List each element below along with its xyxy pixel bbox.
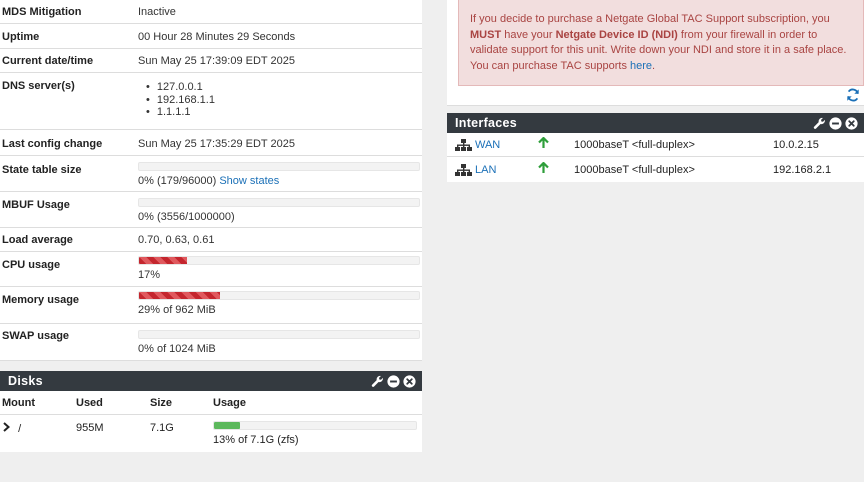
memory-progress-bar [138, 291, 420, 300]
disk-used: 955M [76, 422, 104, 434]
tac-support-alert: If you decide to purchase a Netgate Glob… [458, 0, 864, 86]
info-row-current-datetime: Current date/time Sun May 25 17:39:09 ED… [0, 49, 422, 73]
wrench-icon[interactable] [371, 375, 384, 388]
info-label: Uptime [2, 31, 40, 43]
info-row-cpu-usage: CPU usage 17% [0, 252, 422, 287]
chevron-right-icon[interactable] [2, 422, 11, 432]
disks-table-header: Mount Used Size Usage [0, 391, 422, 415]
info-label: MDS Mitigation [2, 6, 82, 18]
disk-usage-progress-bar [213, 421, 417, 430]
interface-ip: 10.0.2.15 [773, 138, 819, 151]
info-label: SWAP usage [2, 330, 70, 342]
info-value: 0% (3556/1000000) [138, 211, 235, 223]
info-row-last-config-change: Last config change Sun May 25 17:35:29 E… [0, 130, 422, 156]
disks-panel: Disks Mount Used Size Usage / 955M 7.1G [0, 371, 422, 452]
info-row-load-average: Load average 0.70, 0.63, 0.61 [0, 228, 422, 252]
info-value: Inactive [138, 6, 176, 18]
info-row-uptime: Uptime 00 Hour 28 Minutes 29 Seconds [0, 24, 422, 49]
info-label: Current date/time [2, 55, 94, 67]
interfaces-panel: Interfaces WAN 1000baseT <full-duplex> 1… [447, 113, 864, 182]
table-row: / 955M 7.1G 13% of 7.1G (zfs) [0, 415, 422, 452]
system-information-panel: MDS Mitigation Inactive Uptime 00 Hour 2… [0, 0, 422, 361]
info-value: 17% [138, 269, 161, 281]
info-label: Load average [2, 234, 73, 246]
info-row-mds-mitigation: MDS Mitigation Inactive [0, 0, 422, 24]
mbuf-progress-bar [138, 198, 420, 207]
info-row-swap-usage: SWAP usage 0% of 1024 MiB [0, 324, 422, 360]
column-header-mount: Mount [2, 396, 35, 409]
disk-usage-text: 13% of 7.1G (zfs) [213, 434, 299, 446]
info-row-dns-servers: DNS server(s) 127.0.0.1 192.168.1.1 1.1.… [0, 73, 422, 130]
panel-title: Disks [8, 374, 43, 388]
disk-size: 7.1G [150, 422, 174, 434]
wrench-icon[interactable] [813, 117, 826, 130]
info-value: Sun May 25 17:39:09 EDT 2025 [138, 55, 295, 67]
info-value: Sun May 25 17:35:29 EDT 2025 [138, 138, 295, 150]
network-icon [455, 163, 472, 176]
dns-server-item: 1.1.1.1 [146, 106, 422, 119]
info-label: DNS server(s) [2, 80, 75, 92]
info-value: 29% of 962 MiB [138, 304, 216, 316]
cpu-progress-bar [138, 256, 420, 265]
info-label: Memory usage [2, 294, 80, 306]
interface-media: 1000baseT <full-duplex> [574, 163, 695, 176]
info-label: State table size [2, 164, 82, 176]
info-value: 0% (179/96000) [138, 175, 217, 187]
arrow-up-icon [538, 137, 549, 149]
table-row: LAN 1000baseT <full-duplex> 192.168.2.1 [447, 157, 864, 182]
info-value: 0.70, 0.63, 0.61 [138, 234, 215, 246]
info-label: Last config change [2, 138, 103, 150]
info-label: MBUF Usage [2, 199, 70, 211]
info-row-mbuf-usage: MBUF Usage 0% (3556/1000000) [0, 192, 422, 228]
close-circle-icon[interactable] [403, 374, 416, 388]
close-circle-icon[interactable] [845, 116, 858, 130]
interface-name-link[interactable]: WAN [475, 139, 500, 151]
state-table-progress-bar [138, 162, 420, 171]
dns-server-item: 192.168.1.1 [146, 94, 422, 107]
refresh-icon[interactable] [846, 88, 860, 102]
info-value: 00 Hour 28 Minutes 29 Seconds [138, 31, 296, 43]
netgate-services-panel: If you decide to purchase a Netgate Glob… [447, 0, 864, 106]
show-states-link[interactable]: Show states [219, 175, 279, 187]
dns-server-item: 127.0.0.1 [146, 81, 422, 94]
column-header-size: Size [150, 396, 173, 409]
column-header-usage: Usage [213, 396, 247, 409]
disk-mount: / [18, 423, 22, 435]
table-row: WAN 1000baseT <full-duplex> 10.0.2.15 [447, 133, 864, 157]
info-row-memory-usage: Memory usage 29% of 962 MiB [0, 287, 422, 324]
minus-circle-icon[interactable] [829, 116, 842, 130]
info-value: 0% of 1024 MiB [138, 343, 216, 355]
swap-progress-bar [138, 330, 420, 339]
panel-title: Interfaces [455, 116, 518, 130]
minus-circle-icon[interactable] [387, 374, 400, 388]
purchase-tac-link[interactable]: here [630, 60, 652, 72]
info-label: CPU usage [2, 259, 61, 271]
interfaces-panel-header: Interfaces [447, 113, 864, 133]
network-icon [455, 138, 472, 151]
disks-panel-header: Disks [0, 371, 422, 391]
info-row-state-table-size: State table size 0% (179/96000) Show sta… [0, 156, 422, 192]
interface-media: 1000baseT <full-duplex> [574, 138, 695, 151]
dns-server-list: 127.0.0.1 192.168.1.1 1.1.1.1 [138, 73, 422, 129]
column-header-used: Used [76, 396, 103, 409]
arrow-up-icon [538, 162, 549, 174]
interface-name-link[interactable]: LAN [475, 164, 496, 176]
interface-ip: 192.168.2.1 [773, 163, 832, 176]
